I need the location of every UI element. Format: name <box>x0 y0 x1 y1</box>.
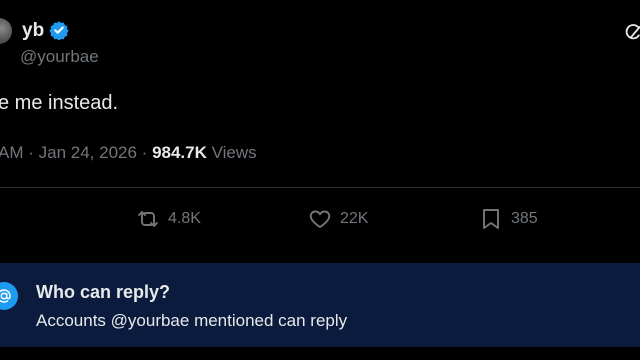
tweet-time[interactable]: AM <box>0 143 24 162</box>
heart-icon <box>309 210 331 228</box>
retweet-icon <box>138 211 158 227</box>
like-button[interactable]: 22K <box>308 205 368 233</box>
views-label: Views <box>211 143 257 162</box>
avatar[interactable] <box>0 18 12 44</box>
bookmark-button[interactable]: 385 <box>479 205 538 233</box>
bookmark-icon <box>483 209 499 229</box>
verified-badge-icon <box>49 21 69 40</box>
views-count: 984.7K <box>152 143 207 162</box>
author-handle[interactable]: @yourbae <box>20 47 99 67</box>
who-can-reply-banner <box>0 263 640 347</box>
retweet-button[interactable]: 4.8K <box>136 205 201 233</box>
bookmark-count: 385 <box>511 210 538 227</box>
tweet-date[interactable]: Jan 24, 2026 <box>39 143 137 162</box>
tweet-meta: AM · Jan 24, 2026 · 984.7K Views <box>0 143 257 163</box>
meta-separator: · <box>141 143 153 162</box>
retweet-count: 4.8K <box>168 210 201 227</box>
divider <box>0 187 640 188</box>
like-count: 22K <box>340 210 369 227</box>
meta-separator: · <box>28 143 39 162</box>
grok-icon[interactable] <box>623 22 640 42</box>
tweet-text: e me instead. <box>0 92 119 114</box>
banner-subtitle: Accounts @yourbae mentioned can reply <box>36 311 348 330</box>
author-name[interactable]: yb <box>22 20 44 42</box>
banner-title: Who can reply? <box>36 282 171 302</box>
